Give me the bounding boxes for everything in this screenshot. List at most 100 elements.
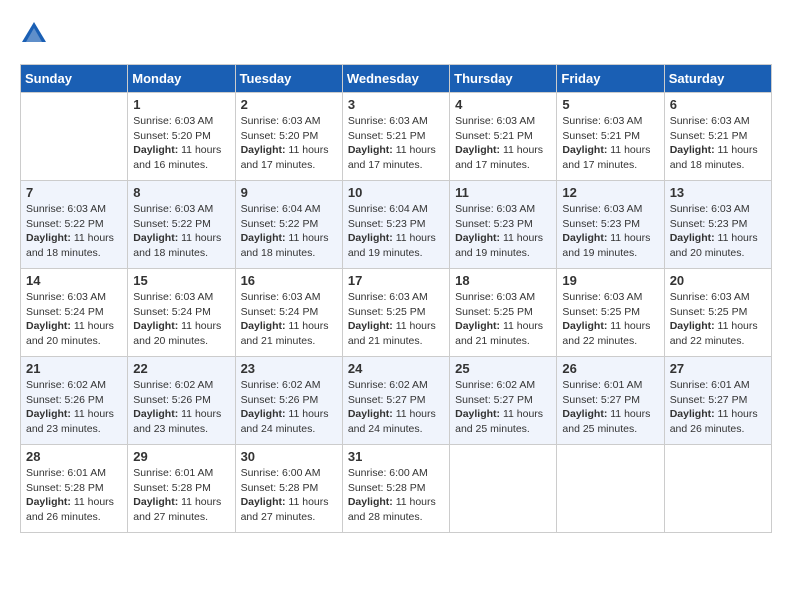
calendar-header-row: SundayMondayTuesdayWednesdayThursdayFrid… [21, 65, 772, 93]
day-info: Sunrise: 6:03 AMSunset: 5:23 PMDaylight:… [670, 202, 766, 261]
day-info: Sunrise: 6:03 AMSunset: 5:21 PMDaylight:… [670, 114, 766, 173]
day-info: Sunrise: 6:03 AMSunset: 5:25 PMDaylight:… [348, 290, 444, 349]
calendar-cell: 5 Sunrise: 6:03 AMSunset: 5:21 PMDaylight… [557, 93, 664, 181]
calendar-cell: 28 Sunrise: 6:01 AMSunset: 5:28 PMDayligh… [21, 445, 128, 533]
day-number: 16 [241, 273, 337, 288]
calendar-cell: 3 Sunrise: 6:03 AMSunset: 5:21 PMDaylight… [342, 93, 449, 181]
calendar-cell: 4 Sunrise: 6:03 AMSunset: 5:21 PMDaylight… [450, 93, 557, 181]
calendar-cell: 23 Sunrise: 6:02 AMSunset: 5:26 PMDayligh… [235, 357, 342, 445]
day-info: Sunrise: 6:03 AMSunset: 5:23 PMDaylight:… [562, 202, 658, 261]
logo [20, 20, 52, 48]
day-info: Sunrise: 6:03 AMSunset: 5:24 PMDaylight:… [133, 290, 229, 349]
day-number: 19 [562, 273, 658, 288]
day-number: 14 [26, 273, 122, 288]
calendar-cell [664, 445, 771, 533]
calendar-week-row: 21 Sunrise: 6:02 AMSunset: 5:26 PMDayligh… [21, 357, 772, 445]
calendar-cell: 19 Sunrise: 6:03 AMSunset: 5:25 PMDayligh… [557, 269, 664, 357]
calendar-cell [450, 445, 557, 533]
day-of-week-header: Wednesday [342, 65, 449, 93]
day-of-week-header: Sunday [21, 65, 128, 93]
calendar-cell: 25 Sunrise: 6:02 AMSunset: 5:27 PMDayligh… [450, 357, 557, 445]
day-info: Sunrise: 6:03 AMSunset: 5:24 PMDaylight:… [26, 290, 122, 349]
day-number: 25 [455, 361, 551, 376]
day-info: Sunrise: 6:03 AMSunset: 5:20 PMDaylight:… [241, 114, 337, 173]
day-number: 30 [241, 449, 337, 464]
day-info: Sunrise: 6:03 AMSunset: 5:22 PMDaylight:… [26, 202, 122, 261]
day-info: Sunrise: 6:01 AMSunset: 5:28 PMDaylight:… [133, 466, 229, 525]
day-number: 24 [348, 361, 444, 376]
day-info: Sunrise: 6:02 AMSunset: 5:27 PMDaylight:… [455, 378, 551, 437]
day-info: Sunrise: 6:03 AMSunset: 5:21 PMDaylight:… [562, 114, 658, 173]
day-number: 17 [348, 273, 444, 288]
day-info: Sunrise: 6:03 AMSunset: 5:25 PMDaylight:… [455, 290, 551, 349]
calendar-cell: 2 Sunrise: 6:03 AMSunset: 5:20 PMDaylight… [235, 93, 342, 181]
calendar-cell: 20Sunrise: 6:03 AMSunset: 5:25 PMDayligh… [664, 269, 771, 357]
calendar-week-row: 28 Sunrise: 6:01 AMSunset: 5:28 PMDayligh… [21, 445, 772, 533]
day-number: 27 [670, 361, 766, 376]
day-info: Sunrise: 6:02 AMSunset: 5:26 PMDaylight:… [241, 378, 337, 437]
day-info: Sunrise: 6:03 AMSunset: 5:22 PMDaylight:… [133, 202, 229, 261]
day-number: 20 [670, 273, 766, 288]
calendar-cell [557, 445, 664, 533]
calendar-cell: 13 Sunrise: 6:03 AMSunset: 5:23 PMDayligh… [664, 181, 771, 269]
day-number: 9 [241, 185, 337, 200]
day-info: Sunrise: 6:02 AMSunset: 5:26 PMDaylight:… [133, 378, 229, 437]
day-number: 18 [455, 273, 551, 288]
day-of-week-header: Saturday [664, 65, 771, 93]
day-info: Sunrise: 6:00 AMSunset: 5:28 PMDaylight:… [241, 466, 337, 525]
calendar-cell [21, 93, 128, 181]
day-number: 4 [455, 97, 551, 112]
day-info: Sunrise: 6:03 AMSunset: 5:24 PMDaylight:… [241, 290, 337, 349]
day-number: 22 [133, 361, 229, 376]
day-info: Sunrise: 6:02 AMSunset: 5:26 PMDaylight:… [26, 378, 122, 437]
day-of-week-header: Monday [128, 65, 235, 93]
day-info: Sunrise: 6:03 AMSunset: 5:21 PMDaylight:… [348, 114, 444, 173]
day-info: Sunrise: 6:04 AMSunset: 5:23 PMDaylight:… [348, 202, 444, 261]
calendar-cell: 27 Sunrise: 6:01 AMSunset: 5:27 PMDayligh… [664, 357, 771, 445]
page-header [20, 20, 772, 48]
day-number: 26 [562, 361, 658, 376]
day-number: 12 [562, 185, 658, 200]
calendar-cell: 9Sunrise: 6:04 AMSunset: 5:22 PMDaylight… [235, 181, 342, 269]
day-number: 11 [455, 185, 551, 200]
day-info: Sunrise: 6:01 AMSunset: 5:27 PMDaylight:… [562, 378, 658, 437]
calendar-cell: 14 Sunrise: 6:03 AMSunset: 5:24 PMDayligh… [21, 269, 128, 357]
day-number: 13 [670, 185, 766, 200]
day-number: 5 [562, 97, 658, 112]
calendar-cell: 10Sunrise: 6:04 AMSunset: 5:23 PMDayligh… [342, 181, 449, 269]
day-number: 3 [348, 97, 444, 112]
calendar-cell: 31 Sunrise: 6:00 AMSunset: 5:28 PMDayligh… [342, 445, 449, 533]
day-number: 6 [670, 97, 766, 112]
calendar-cell: 29 Sunrise: 6:01 AMSunset: 5:28 PMDayligh… [128, 445, 235, 533]
calendar-cell: 15 Sunrise: 6:03 AMSunset: 5:24 PMDayligh… [128, 269, 235, 357]
calendar-week-row: 7 Sunrise: 6:03 AMSunset: 5:22 PMDaylight… [21, 181, 772, 269]
day-number: 28 [26, 449, 122, 464]
day-number: 7 [26, 185, 122, 200]
calendar-cell: 24 Sunrise: 6:02 AMSunset: 5:27 PMDayligh… [342, 357, 449, 445]
calendar-week-row: 1 Sunrise: 6:03 AMSunset: 5:20 PMDaylight… [21, 93, 772, 181]
day-number: 1 [133, 97, 229, 112]
calendar-cell: 16 Sunrise: 6:03 AMSunset: 5:24 PMDayligh… [235, 269, 342, 357]
day-info: Sunrise: 6:02 AMSunset: 5:27 PMDaylight:… [348, 378, 444, 437]
day-of-week-header: Friday [557, 65, 664, 93]
day-number: 23 [241, 361, 337, 376]
day-number: 15 [133, 273, 229, 288]
calendar-cell: 30 Sunrise: 6:00 AMSunset: 5:28 PMDayligh… [235, 445, 342, 533]
day-info: Sunrise: 6:01 AMSunset: 5:27 PMDaylight:… [670, 378, 766, 437]
day-number: 2 [241, 97, 337, 112]
day-number: 31 [348, 449, 444, 464]
day-number: 29 [133, 449, 229, 464]
day-number: 8 [133, 185, 229, 200]
calendar-cell: 11Sunrise: 6:03 AMSunset: 5:23 PMDayligh… [450, 181, 557, 269]
calendar-cell: 7 Sunrise: 6:03 AMSunset: 5:22 PMDaylight… [21, 181, 128, 269]
day-info: Sunrise: 6:03 AMSunset: 5:21 PMDaylight:… [455, 114, 551, 173]
day-info: Sunrise: 6:00 AMSunset: 5:28 PMDaylight:… [348, 466, 444, 525]
day-number: 21 [26, 361, 122, 376]
calendar-cell: 21 Sunrise: 6:02 AMSunset: 5:26 PMDayligh… [21, 357, 128, 445]
day-info: Sunrise: 6:03 AMSunset: 5:25 PMDaylight:… [562, 290, 658, 349]
day-info: Sunrise: 6:01 AMSunset: 5:28 PMDaylight:… [26, 466, 122, 525]
calendar-table: SundayMondayTuesdayWednesdayThursdayFrid… [20, 64, 772, 533]
calendar-cell: 26 Sunrise: 6:01 AMSunset: 5:27 PMDayligh… [557, 357, 664, 445]
calendar-cell: 22 Sunrise: 6:02 AMSunset: 5:26 PMDayligh… [128, 357, 235, 445]
calendar-cell: 8 Sunrise: 6:03 AMSunset: 5:22 PMDaylight… [128, 181, 235, 269]
